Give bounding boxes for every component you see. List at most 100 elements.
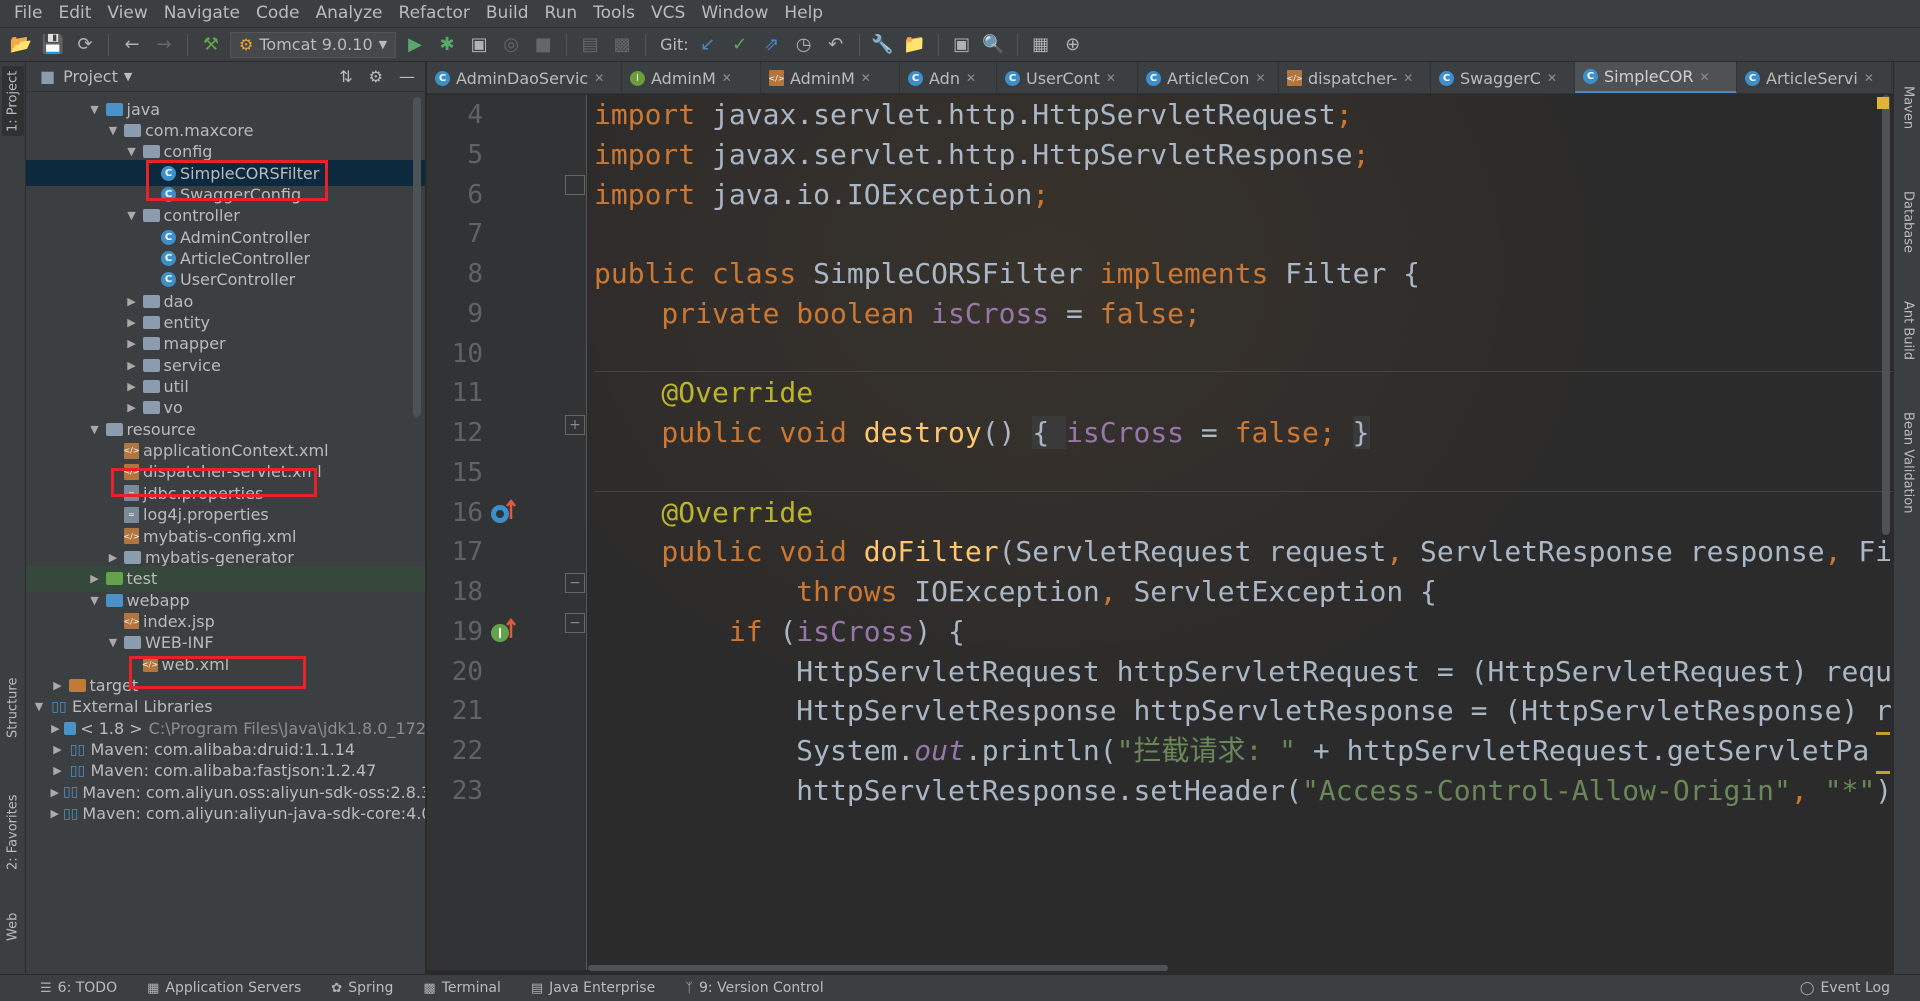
open-folder-icon[interactable]: 📂 <box>8 32 34 58</box>
menu-help[interactable]: Help <box>776 0 831 27</box>
editor-tab[interactable]: C Adn ✕ <box>900 62 997 93</box>
collapse-arrow-icon[interactable]: ▶ <box>51 807 59 820</box>
collapse-arrow-icon[interactable]: ▶ <box>125 316 139 329</box>
save-icon[interactable]: 💾 <box>40 32 66 58</box>
menu-refactor[interactable]: Refactor <box>391 0 478 27</box>
menu-file[interactable]: File <box>6 0 50 27</box>
menu-code[interactable]: Code <box>248 0 308 27</box>
fold-marker[interactable]: − <box>565 613 585 633</box>
expand-arrow-icon[interactable]: ▼ <box>125 209 139 222</box>
collapse-arrow-icon[interactable]: ▶ <box>51 679 65 692</box>
collapse-arrow-icon[interactable]: ▶ <box>125 337 139 350</box>
collapse-arrow-icon[interactable]: ▶ <box>51 743 65 756</box>
expand-arrow-icon[interactable]: ▼ <box>88 103 102 116</box>
editor-tab[interactable]: C UserCont ✕ <box>997 62 1138 93</box>
collapse-arrow-icon[interactable]: ▶ <box>51 764 65 777</box>
ant-build-tool-tab[interactable]: Ant Build <box>1897 280 1919 380</box>
code-editor[interactable]: import javax.servlet.http.HttpServletReq… <box>588 95 1893 970</box>
stop-icon[interactable]: ■ <box>530 32 556 58</box>
close-tab-icon[interactable]: ✕ <box>1864 71 1874 85</box>
run-icon[interactable]: ▶ <box>402 32 428 58</box>
app-servers-tool-button[interactable]: ▦ Application Servers <box>133 980 317 996</box>
expand-arrow-icon[interactable]: ▼ <box>106 636 120 649</box>
collapse-arrow-icon[interactable]: ▶ <box>88 572 102 585</box>
maven-tool-tab[interactable]: Maven <box>1897 68 1919 148</box>
editor-tab[interactable]: C SwaggerC ✕ <box>1431 62 1575 93</box>
menu-window[interactable]: Window <box>693 0 776 27</box>
fold-marker[interactable]: − <box>565 573 585 593</box>
fold-marker[interactable] <box>565 175 585 195</box>
collapse-arrow-icon[interactable]: ▶ <box>125 401 139 414</box>
version-control-tool-button[interactable]: ᛉ 9: Version Control <box>671 980 839 996</box>
collapse-arrow-icon[interactable]: ▶ <box>125 359 139 372</box>
menu-run[interactable]: Run <box>537 0 586 27</box>
collapse-arrow-icon[interactable]: ▶ <box>51 722 61 735</box>
sync-icon[interactable]: ⟳ <box>72 32 98 58</box>
warning-marker[interactable] <box>1876 732 1890 735</box>
gear-icon[interactable]: ⚙ <box>369 67 383 86</box>
attach-icon[interactable]: ▤ <box>577 32 603 58</box>
close-tab-icon[interactable]: ✕ <box>966 71 976 85</box>
tree-scrollbar[interactable] <box>413 97 421 417</box>
close-tab-icon[interactable]: ✕ <box>1700 70 1710 84</box>
todo-tool-button[interactable]: ☰ 6: TODO <box>0 980 133 996</box>
editor-tab[interactable]: </> dispatcher- ✕ <box>1279 62 1431 93</box>
build-hammer-icon[interactable]: ⚒ <box>198 32 224 58</box>
expand-arrow-icon[interactable]: ▼ <box>88 594 102 607</box>
close-tab-icon[interactable]: ✕ <box>1255 71 1265 85</box>
collapse-arrow-icon[interactable]: ▶ <box>125 295 139 308</box>
fold-expand-marker[interactable]: + <box>565 415 585 435</box>
menu-navigate[interactable]: Navigate <box>156 0 248 27</box>
close-tab-icon[interactable]: ✕ <box>1547 71 1557 85</box>
warning-marker[interactable] <box>1876 771 1890 774</box>
deploy-icon[interactable]: ▩ <box>609 32 635 58</box>
close-tab-icon[interactable]: ✕ <box>1403 71 1413 85</box>
spring-tool-button[interactable]: ✿ Spring <box>317 980 409 996</box>
profile-icon[interactable]: ◎ <box>498 32 524 58</box>
editor-tab[interactable]: C AdminDaoServic ✕ <box>427 62 622 93</box>
java-enterprise-tool-button[interactable]: ▤ Java Enterprise <box>517 980 671 996</box>
close-tab-icon[interactable]: ✕ <box>861 71 871 85</box>
editor-tab[interactable]: </> AdminM ✕ <box>761 62 900 93</box>
editor-vertical-scrollbar[interactable] <box>1882 95 1890 535</box>
inspection-status-icon[interactable] <box>1877 97 1889 109</box>
expand-arrow-icon[interactable]: ▼ <box>32 700 46 713</box>
structure-tool-tab[interactable]: Structure <box>2 672 24 744</box>
settings-wrench-icon[interactable]: 🔧 <box>870 32 896 58</box>
editor-tab[interactable]: C ArticleCon ✕ <box>1138 62 1279 93</box>
collapse-all-icon[interactable]: ⇅ <box>339 67 352 86</box>
overrides-method-icon[interactable] <box>489 497 519 527</box>
history-icon[interactable]: ◷ <box>791 32 817 58</box>
editor-horizontal-scrollbar[interactable] <box>588 965 1168 971</box>
git-commit-icon[interactable]: ✓ <box>727 32 753 58</box>
database-tool-tab[interactable]: Database <box>1897 172 1919 272</box>
terminal-tool-button[interactable]: ▩ Terminal <box>409 980 516 996</box>
run-config-select[interactable]: ⚙ Tomcat 9.0.10 ▼ <box>230 31 397 58</box>
rollback-icon[interactable]: ↶ <box>823 32 849 58</box>
collapse-arrow-icon[interactable]: ▶ <box>51 786 59 799</box>
expand-arrow-icon[interactable]: ▼ <box>106 124 120 137</box>
close-tab-icon[interactable]: ✕ <box>1106 71 1116 85</box>
hide-panel-icon[interactable]: — <box>399 67 415 86</box>
close-tab-icon[interactable]: ✕ <box>594 71 604 85</box>
collapse-arrow-icon[interactable]: ▶ <box>125 380 139 393</box>
task-icon[interactable]: ▦ <box>1028 32 1054 58</box>
project-tool-tab[interactable]: 1: Project <box>2 66 24 136</box>
editor-tab[interactable]: C SimpleCOR ✕ <box>1575 62 1737 93</box>
plugin-icon[interactable]: ⊕ <box>1060 32 1086 58</box>
expand-arrow-icon[interactable]: ▼ <box>125 145 139 158</box>
forward-icon[interactable]: → <box>151 32 177 58</box>
web-tool-tab[interactable]: Web <box>2 902 24 952</box>
menu-tools[interactable]: Tools <box>585 0 643 27</box>
menu-view[interactable]: View <box>99 0 155 27</box>
git-update-icon[interactable]: ↙ <box>695 32 721 58</box>
collapse-arrow-icon[interactable]: ▶ <box>106 551 120 564</box>
editor-tab[interactable]: I AdminM ✕ <box>622 62 761 93</box>
coverage-icon[interactable]: ▣ <box>466 32 492 58</box>
event-log-button[interactable]: ◯ Event Log <box>1786 980 1920 996</box>
menu-build[interactable]: Build <box>478 0 537 27</box>
project-structure-icon[interactable]: 📁 <box>902 32 928 58</box>
expand-arrow-icon[interactable]: ▼ <box>88 423 102 436</box>
back-icon[interactable]: ← <box>119 32 145 58</box>
terminal-window-icon[interactable]: ▣ <box>949 32 975 58</box>
